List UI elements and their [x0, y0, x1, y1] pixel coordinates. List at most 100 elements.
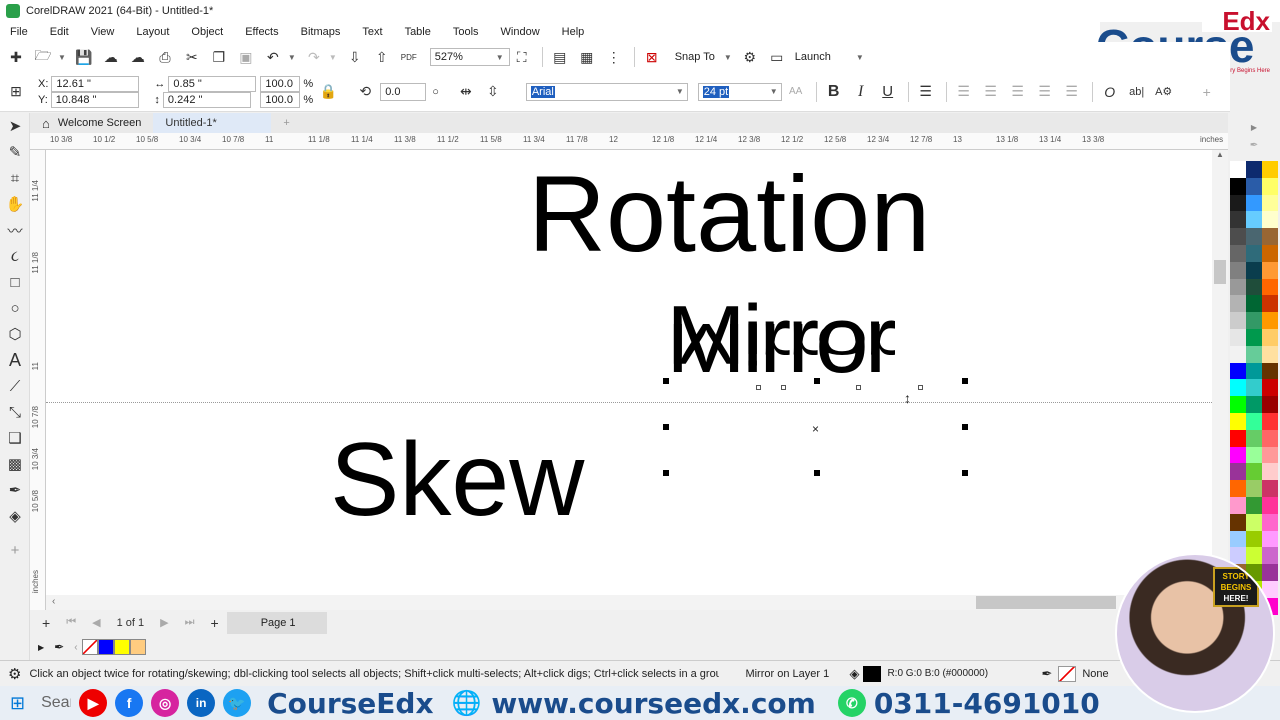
- selection-handle[interactable]: [663, 378, 669, 384]
- mirror-horizontal-icon[interactable]: ⇹: [454, 81, 478, 103]
- palette-swatch[interactable]: [1230, 463, 1246, 481]
- node-handle[interactable]: [918, 385, 923, 390]
- chevron-down-icon[interactable]: ▼: [856, 53, 864, 62]
- palette-swatch[interactable]: [1246, 412, 1262, 430]
- palette-swatch[interactable]: [1262, 547, 1278, 565]
- palette-swatch[interactable]: [1246, 295, 1262, 313]
- palette-swatch[interactable]: [1230, 194, 1246, 212]
- freehand-tool-icon[interactable]: 〰: [0, 217, 30, 243]
- x-position-field[interactable]: 12.61 ": [51, 75, 140, 92]
- opentype-icon[interactable]: O: [1098, 81, 1122, 103]
- paste-icon[interactable]: ▣: [234, 46, 258, 68]
- chevron-down-icon[interactable]: ▼: [770, 87, 778, 96]
- drop-shadow-icon[interactable]: ❑: [0, 425, 30, 451]
- underline-button[interactable]: U: [876, 81, 900, 103]
- lock-ratio-icon[interactable]: 🔒: [316, 81, 340, 103]
- palette-swatch[interactable]: [1230, 379, 1246, 397]
- palette-flyout-icon[interactable]: ▶: [1228, 123, 1280, 132]
- palette-swatch[interactable]: [1230, 295, 1246, 313]
- palette-swatch[interactable]: [1246, 547, 1262, 565]
- print-icon[interactable]: ⎙: [153, 46, 177, 68]
- transparency-icon[interactable]: ▩: [0, 451, 30, 477]
- indent-increase-icon[interactable]: ☰: [1060, 81, 1084, 103]
- no-color-swatch[interactable]: [81, 639, 98, 655]
- chevron-down-icon[interactable]: ▼: [329, 53, 337, 62]
- bullet-list-icon[interactable]: ☰: [952, 81, 976, 103]
- width-field[interactable]: 0.85 ": [168, 75, 257, 92]
- palette-swatch[interactable]: [1262, 261, 1278, 279]
- palette-swatch[interactable]: [1246, 530, 1262, 548]
- palette-swatch[interactable]: [1262, 513, 1278, 531]
- palette-swatch[interactable]: [1262, 362, 1278, 380]
- artistic-media-icon[interactable]: ૮: [0, 243, 30, 269]
- previous-page-icon[interactable]: ◀: [92, 616, 100, 629]
- menu-bitmaps[interactable]: Bitmaps: [301, 26, 341, 38]
- chevron-down-icon[interactable]: ▼: [676, 87, 684, 96]
- grid-icon[interactable]: ▦: [575, 46, 599, 68]
- palette-swatch[interactable]: [1230, 412, 1246, 430]
- palette-swatch[interactable]: [1246, 228, 1262, 245]
- fill-color-swatch[interactable]: [863, 665, 882, 682]
- chevron-down-icon[interactable]: ▼: [724, 53, 732, 62]
- palette-swatch[interactable]: [1262, 278, 1278, 296]
- height-field[interactable]: 0.242 ": [162, 91, 251, 108]
- rotation-angle-field[interactable]: 0.0: [380, 82, 427, 101]
- menu-table[interactable]: Table: [405, 26, 431, 38]
- palette-swatch[interactable]: [1230, 261, 1246, 279]
- scroll-left-icon[interactable]: ‹: [52, 596, 55, 607]
- palette-swatch[interactable]: [1262, 412, 1278, 430]
- palette-swatch[interactable]: [1246, 429, 1262, 447]
- palette-swatch[interactable]: [1230, 328, 1246, 346]
- edit-text-icon[interactable]: ab|: [1125, 81, 1149, 103]
- next-page-icon[interactable]: ▶: [160, 616, 168, 629]
- palette-swatch[interactable]: [1246, 261, 1262, 279]
- palette-swatch[interactable]: [1262, 480, 1278, 497]
- pan-tool-icon[interactable]: ✋: [0, 191, 30, 217]
- palette-swatch[interactable]: [1230, 429, 1246, 447]
- palette-swatch[interactable]: [1246, 496, 1262, 514]
- menu-view[interactable]: View: [91, 26, 115, 38]
- numbered-list-icon[interactable]: ☰: [979, 81, 1003, 103]
- chevron-left-icon[interactable]: ‹: [74, 642, 77, 653]
- snap-to-button[interactable]: Snap To: [675, 51, 715, 63]
- palette-swatch[interactable]: [1262, 429, 1278, 447]
- palette-swatch[interactable]: [1262, 463, 1278, 481]
- selection-handle[interactable]: [663, 470, 669, 476]
- shape-tool-icon[interactable]: ✎: [0, 139, 30, 165]
- options-gear-icon[interactable]: ⚙: [738, 46, 762, 68]
- palette-swatch[interactable]: [1230, 362, 1246, 380]
- palette-swatch[interactable]: [1262, 564, 1278, 581]
- cut-icon[interactable]: ✂: [180, 46, 204, 68]
- dimension-tool-icon[interactable]: ⟋: [0, 373, 30, 399]
- last-page-icon[interactable]: ⏭: [185, 616, 195, 629]
- selection-handle[interactable]: [814, 470, 820, 476]
- palette-swatch[interactable]: [1230, 228, 1246, 245]
- page-tab[interactable]: Page 1: [226, 611, 327, 634]
- outline-none-swatch[interactable]: [1058, 665, 1077, 682]
- menu-tools[interactable]: Tools: [453, 26, 479, 38]
- zoom-to-page-icon[interactable]: ⛶: [510, 46, 534, 68]
- palette-swatch[interactable]: [1230, 312, 1246, 329]
- palette-swatch[interactable]: [1246, 278, 1262, 296]
- italic-button[interactable]: I: [849, 81, 873, 103]
- guideline[interactable]: [46, 402, 1212, 403]
- scale-x-field[interactable]: 100.0: [260, 75, 301, 92]
- add-tool-icon[interactable]: +: [0, 537, 30, 563]
- palette-swatch[interactable]: [1230, 244, 1246, 262]
- palette-swatch[interactable]: [1262, 396, 1278, 413]
- new-document-icon[interactable]: ✚: [4, 46, 28, 68]
- copy-icon[interactable]: ❐: [207, 46, 231, 68]
- add-page-after-icon[interactable]: +: [211, 615, 219, 631]
- taskbar-search[interactable]: Sear: [41, 694, 71, 712]
- peach-swatch[interactable]: [129, 639, 146, 655]
- eyedropper-icon[interactable]: ✒: [54, 640, 64, 654]
- palette-swatch[interactable]: [1230, 161, 1246, 178]
- palette-swatch[interactable]: [1246, 396, 1262, 413]
- object-origin-icon[interactable]: ⊞: [4, 81, 28, 103]
- palette-swatch[interactable]: [1230, 480, 1246, 497]
- palette-swatch[interactable]: [1246, 244, 1262, 262]
- eyedropper-icon[interactable]: ✒: [0, 477, 30, 503]
- scale-y-field[interactable]: 100.0: [260, 91, 301, 108]
- palette-swatch[interactable]: [1262, 194, 1278, 212]
- y-position-field[interactable]: 10.848 ": [50, 91, 139, 108]
